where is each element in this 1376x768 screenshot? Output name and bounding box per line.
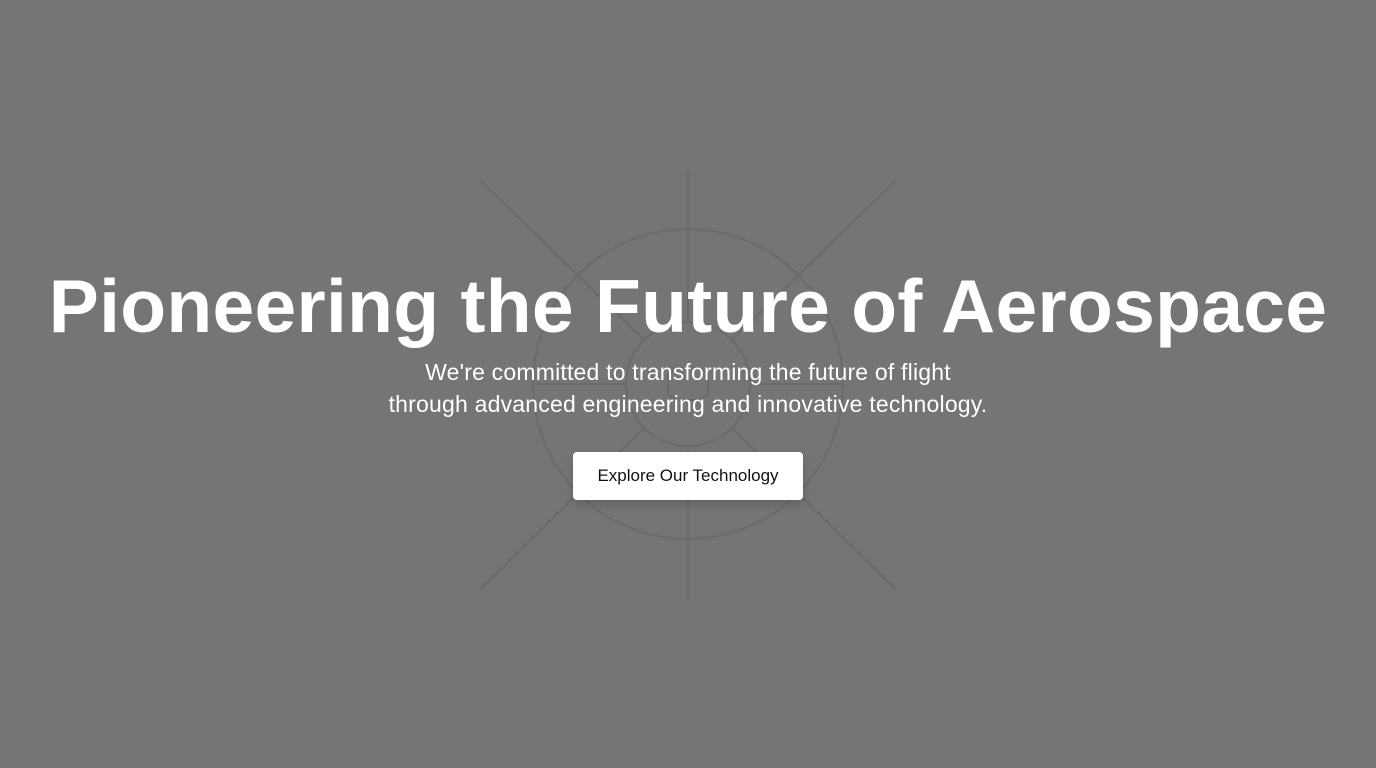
hero-subtitle-line-2: through advanced engineering and innovat… [388, 391, 988, 417]
hero-subtitle-line-1: We're committed to transforming the futu… [425, 359, 951, 385]
hero-title: Pioneering the Future of Aerospace [48, 264, 1328, 348]
hero-subtitle: We're committed to transforming the futu… [0, 356, 1376, 420]
explore-technology-button[interactable]: Explore Our Technology [573, 452, 803, 500]
hero-section: Pioneering the Future of Aerospace We're… [0, 0, 1376, 768]
